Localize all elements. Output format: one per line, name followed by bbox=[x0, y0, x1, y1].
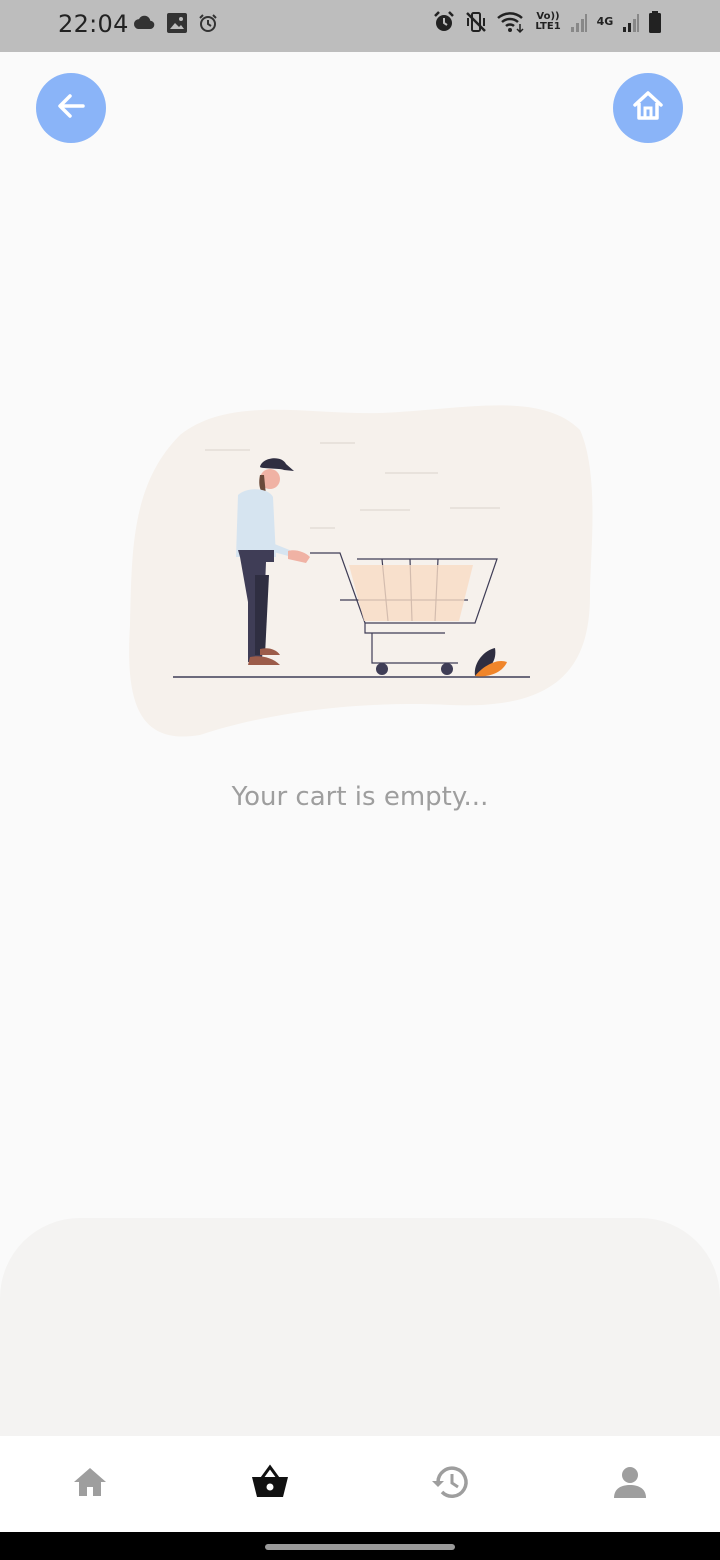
nav-item-profile[interactable] bbox=[610, 1464, 650, 1504]
signal-icon bbox=[622, 11, 640, 33]
home-button[interactable] bbox=[613, 73, 683, 143]
home-gesture-handle[interactable] bbox=[265, 1544, 455, 1550]
network-type-badge: 4G bbox=[596, 15, 614, 28]
home-icon bbox=[630, 88, 666, 129]
nav-item-cart[interactable] bbox=[250, 1463, 290, 1505]
signal-icon bbox=[570, 11, 588, 33]
empty-cart-svg bbox=[129, 405, 593, 737]
empty-cart-message: Your cart is empty... bbox=[231, 782, 489, 812]
basket-icon bbox=[250, 1463, 290, 1505]
bottom-panel bbox=[0, 1218, 720, 1438]
system-gesture-bar bbox=[0, 1532, 720, 1560]
status-bar: 22:04 Vo)) LTE1 4G bbox=[0, 0, 720, 52]
cart-wheel bbox=[441, 663, 453, 675]
alarm-icon bbox=[198, 13, 218, 33]
battery-icon bbox=[648, 10, 662, 34]
cloud-icon bbox=[132, 14, 156, 32]
volte-badge: Vo)) LTE1 bbox=[535, 11, 561, 32]
back-button[interactable] bbox=[36, 73, 106, 143]
cart-basket-fill bbox=[349, 565, 473, 621]
wifi-icon bbox=[496, 10, 526, 34]
status-right-icons: Vo)) LTE1 4G bbox=[432, 10, 662, 34]
cart-wheel bbox=[376, 663, 388, 675]
alarm-icon bbox=[432, 10, 456, 34]
home-icon bbox=[72, 1465, 108, 1504]
bottom-navigation bbox=[0, 1436, 720, 1532]
nav-item-history[interactable] bbox=[430, 1464, 470, 1504]
image-icon bbox=[166, 12, 188, 34]
nav-item-home[interactable] bbox=[70, 1464, 110, 1504]
status-time: 22:04 bbox=[58, 10, 129, 38]
status-left-icons bbox=[132, 12, 218, 34]
history-icon bbox=[430, 1464, 470, 1505]
profile-icon bbox=[613, 1465, 647, 1504]
vibrate-mute-icon bbox=[464, 10, 488, 34]
empty-cart-illustration bbox=[120, 395, 600, 745]
arrow-left-icon bbox=[54, 89, 88, 128]
